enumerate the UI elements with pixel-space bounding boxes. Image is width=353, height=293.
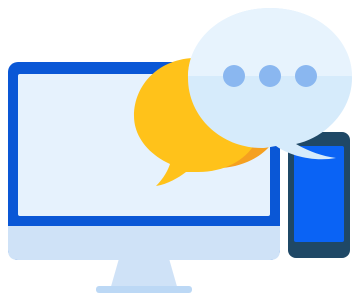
phone-screen [294,146,344,242]
monitor-chin [8,226,280,260]
monitor-stand-base [96,286,192,293]
illustration-svg [8,8,352,293]
chat-devices-illustration [0,0,353,293]
typing-dot [295,65,317,87]
monitor-stand [96,255,192,293]
monitor-stand-neck [110,255,178,290]
typing-dot [223,65,245,87]
typing-dot [259,65,281,87]
typing-indicator-icon [223,65,317,87]
